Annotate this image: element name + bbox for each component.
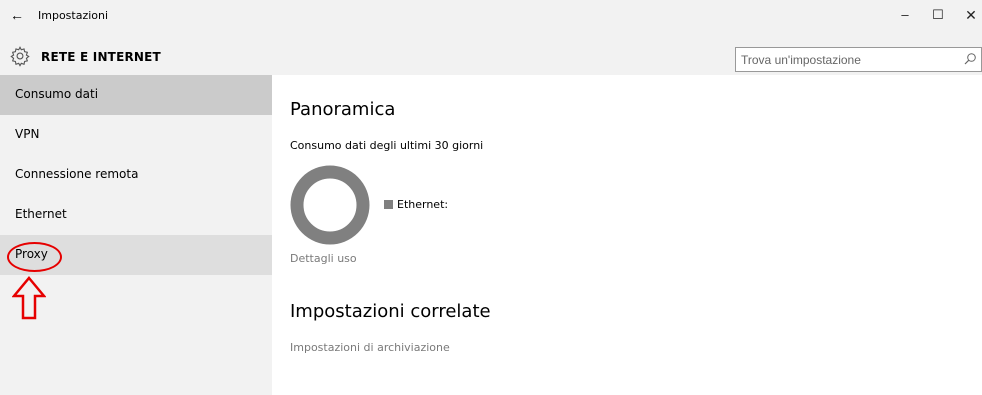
settings-header: RETE E INTERNET bbox=[0, 40, 982, 75]
sidebar-item-label: VPN bbox=[15, 127, 40, 141]
main-content: Panoramica Consumo dati degli ultimi 30 … bbox=[272, 75, 982, 395]
gear-icon bbox=[10, 46, 30, 67]
sidebar-item-label: Ethernet bbox=[15, 207, 67, 221]
window-title: Impostazioni bbox=[38, 9, 109, 22]
close-button[interactable]: ✕ bbox=[956, 4, 982, 26]
search-icon[interactable] bbox=[963, 52, 977, 66]
sidebar-item-ethernet[interactable]: Ethernet bbox=[0, 195, 272, 235]
sidebar: Consumo dati VPN Connessione remota Ethe… bbox=[0, 75, 272, 395]
minimize-button[interactable]: – bbox=[890, 4, 920, 26]
related-settings-heading: Impostazioni correlate bbox=[290, 301, 491, 322]
back-arrow-icon[interactable]: ← bbox=[6, 4, 28, 26]
search-box[interactable] bbox=[735, 47, 982, 72]
annotation-up-arrow-icon bbox=[12, 276, 46, 320]
sidebar-item-label: Connessione remota bbox=[15, 167, 139, 181]
sidebar-item-connessione-remota[interactable]: Connessione remota bbox=[0, 155, 272, 195]
search-input[interactable] bbox=[741, 52, 941, 68]
sidebar-item-consumo-dati[interactable]: Consumo dati bbox=[0, 75, 272, 115]
title-bar: ← Impostazioni – ☐ ✕ bbox=[0, 0, 982, 40]
sidebar-item-vpn[interactable]: VPN bbox=[0, 115, 272, 155]
storage-settings-link[interactable]: Impostazioni di archiviazione bbox=[290, 341, 450, 354]
annotation-ellipse bbox=[7, 242, 62, 272]
data-usage-donut bbox=[290, 165, 370, 245]
legend-label: Ethernet: bbox=[397, 198, 449, 211]
legend-ethernet: Ethernet: bbox=[384, 198, 448, 211]
legend-swatch bbox=[384, 200, 393, 209]
usage-subtitle: Consumo dati degli ultimi 30 giorni bbox=[290, 139, 484, 152]
section-title: RETE E INTERNET bbox=[41, 50, 161, 64]
usage-details-link[interactable]: Dettagli uso bbox=[290, 252, 357, 265]
overview-heading: Panoramica bbox=[290, 99, 396, 120]
maximize-button[interactable]: ☐ bbox=[923, 4, 953, 26]
sidebar-item-label: Consumo dati bbox=[15, 87, 99, 101]
